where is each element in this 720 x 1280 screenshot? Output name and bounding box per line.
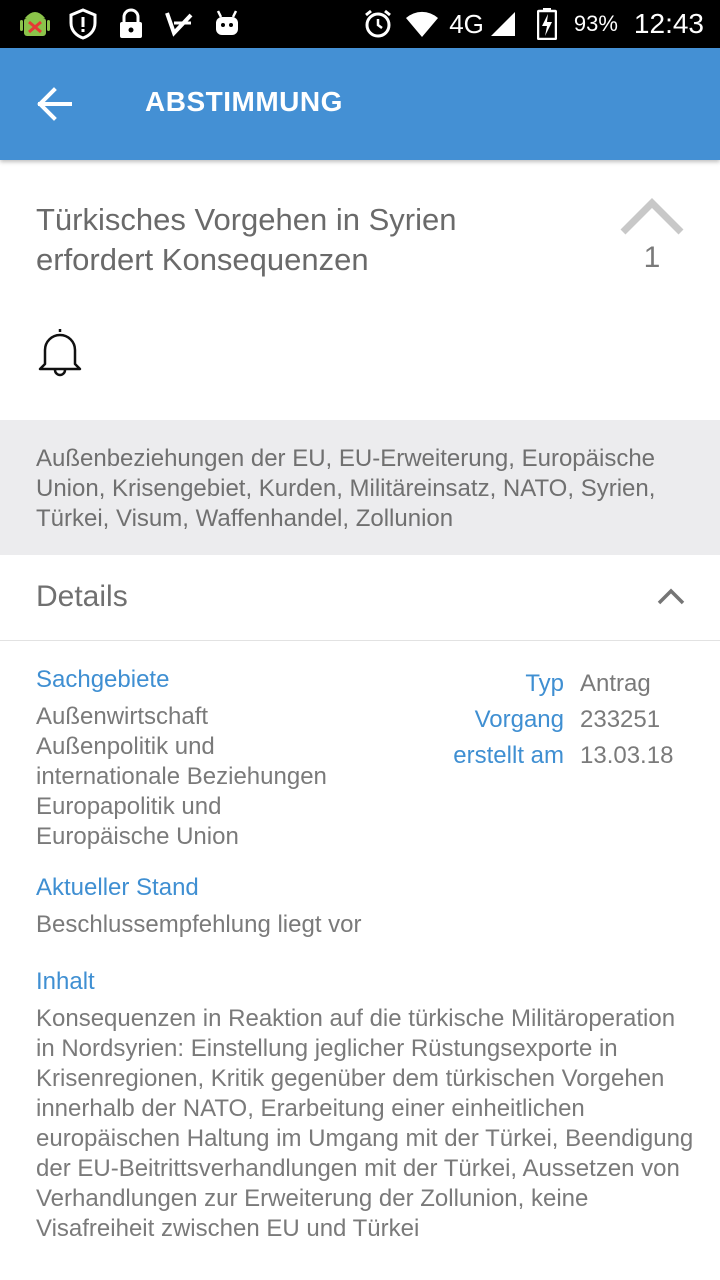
shield-alert-icon	[66, 7, 100, 41]
details-header[interactable]: Details	[0, 556, 720, 641]
meta-value: 233251	[580, 706, 661, 733]
arrow-left-icon	[37, 87, 72, 121]
upvote-button[interactable]	[620, 196, 684, 236]
check-flag-icon	[162, 7, 196, 41]
wifi-icon	[405, 7, 439, 41]
meta-row-vorgang: Vorgang 233251	[420, 702, 700, 738]
battery-percent: 93%	[573, 11, 618, 36]
meta-row-erstellt: erstellt am 13.03.18	[420, 738, 700, 774]
bell-icon	[38, 329, 82, 377]
clock: 12:43	[633, 8, 704, 39]
back-button[interactable]	[30, 82, 80, 126]
lock-icon	[114, 7, 148, 41]
battery-charging-icon	[530, 7, 564, 41]
meta-value: 13.03.18	[580, 742, 674, 769]
meta-value: Antrag	[580, 670, 651, 697]
signal-icon	[486, 7, 520, 41]
meta-table: Typ Antrag Vorgang 233251 erstellt am 13…	[420, 666, 700, 774]
stand-value: Beschlussempfehlung liegt vor	[36, 911, 362, 938]
sachgebiet-item: internationale Beziehungen	[36, 763, 327, 790]
network-type: 4G	[449, 8, 484, 39]
meta-key: Vorgang	[474, 706, 564, 733]
sachgebiete-list: Außenwirtschaft Außenpolitik und interna…	[36, 702, 396, 852]
meta-key: erstellt am	[453, 742, 564, 769]
inhalt-value: Konsequenzen in Reaktion auf die türkisc…	[36, 1005, 694, 1242]
tags-section: Außenbeziehungen der EU, EU-Erweiterung,…	[0, 420, 720, 555]
meta-key: Typ	[525, 670, 564, 697]
app-bar: ABSTIMMUNG	[0, 48, 720, 160]
chevron-up-icon	[620, 198, 684, 235]
inhalt-label: Inhalt	[36, 968, 95, 995]
sachgebiet-item: Europapolitik und	[36, 793, 222, 820]
sachgebiet-item: Außenpolitik und	[36, 733, 215, 760]
item-title: Türkisches Vorgehen in Syrien erfordert …	[36, 202, 457, 277]
details-title: Details	[36, 580, 128, 613]
meta-row-typ: Typ Antrag	[420, 666, 700, 702]
alarm-icon	[361, 7, 395, 41]
stand-label: Aktueller Stand	[36, 874, 199, 901]
vote-count: 1	[643, 241, 661, 274]
sachgebiete-label: Sachgebiete	[36, 666, 170, 693]
app-bar-title: ABSTIMMUNG	[145, 86, 343, 117]
notification-button[interactable]	[36, 326, 84, 378]
status-bar: 4G 93% 12:43	[0, 0, 720, 48]
tags-text: Außenbeziehungen der EU, EU-Erweiterung,…	[36, 445, 656, 532]
chevron-up-icon[interactable]	[656, 586, 686, 606]
sachgebiet-item: Außenwirtschaft	[36, 703, 209, 730]
android-face-icon	[210, 7, 244, 41]
sachgebiet-item: Europäische Union	[36, 823, 239, 850]
android-debug-icon	[18, 7, 52, 41]
